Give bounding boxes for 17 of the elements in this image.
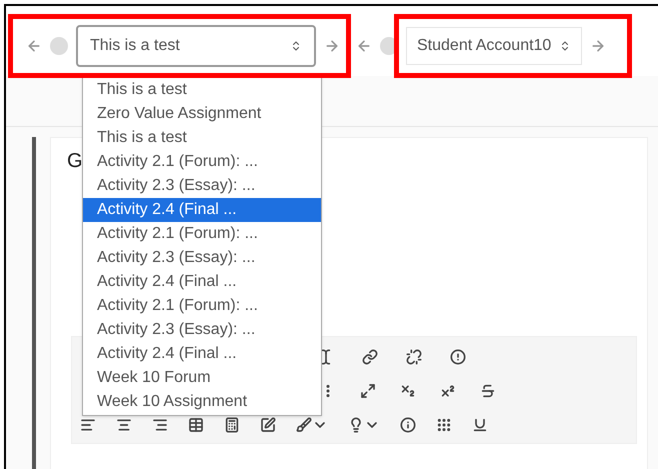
dropdown-option[interactable]: Activity 2.3 (Essay): ... — [83, 246, 321, 270]
dropdown-option[interactable]: This is a test — [83, 78, 321, 102]
dropdown-option[interactable]: Activity 2.3 (Essay): ... — [83, 174, 321, 198]
dropdown-option[interactable]: Week 10 Assignment — [83, 390, 321, 414]
dropdown-option[interactable]: Activity 2.4 (Final ... — [83, 198, 321, 222]
dropdown-option[interactable]: Activity 2.1 (Forum): ... — [83, 150, 321, 174]
activity-select[interactable]: This is a test — [76, 25, 316, 67]
dropdown-option[interactable]: Zero Value Assignment — [83, 102, 321, 126]
dropdown-option[interactable]: Activity 2.1 (Forum): ... — [83, 294, 321, 318]
dropdown-option[interactable]: This is a test — [83, 126, 321, 150]
section-heading: G — [67, 149, 83, 174]
dropdown-option[interactable]: Activity 2.4 (Final ... — [83, 342, 321, 366]
user-select[interactable]: Student Account10 — [406, 27, 582, 65]
dropdown-option[interactable]: Activity 2.1 (Forum): ... — [83, 222, 321, 246]
dropdown-option[interactable]: Week 10 Forum — [83, 366, 321, 390]
dropdown-option[interactable]: Activity 2.4 (Final ... — [83, 270, 321, 294]
dropdown-option[interactable]: Activity 2.3 (Essay): ... — [83, 318, 321, 342]
